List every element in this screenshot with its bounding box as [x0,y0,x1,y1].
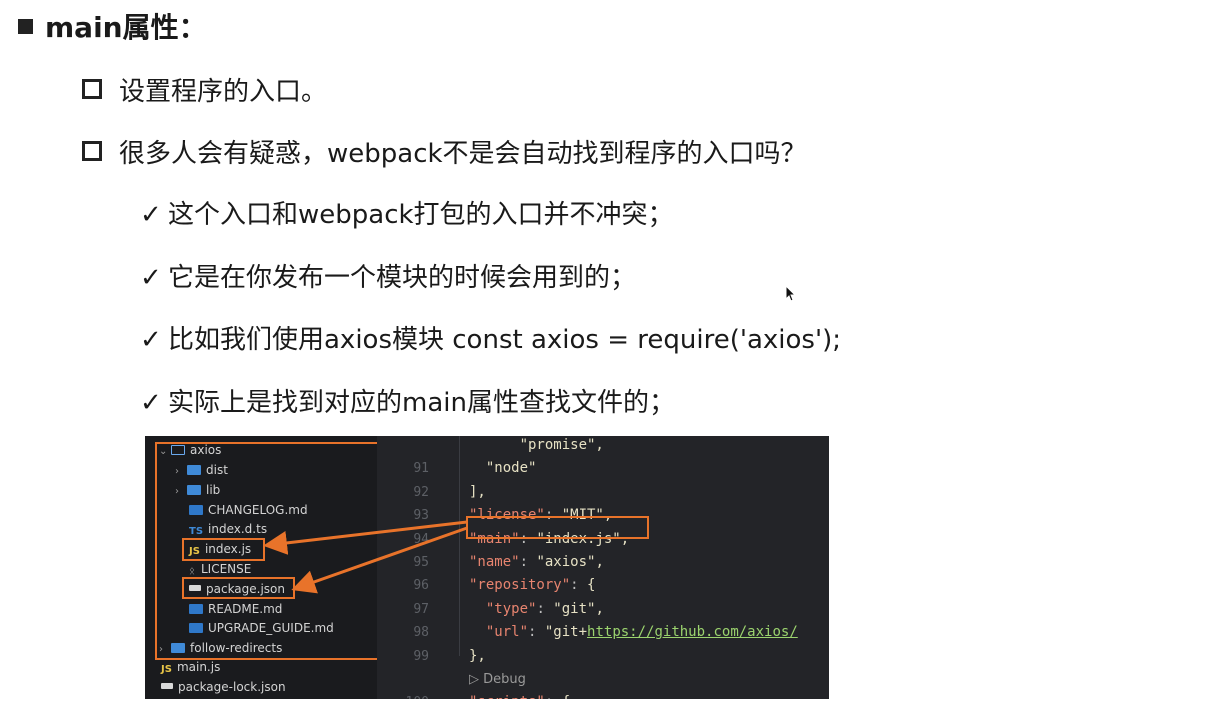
code-text: "promise", [519,437,604,453]
bullet-text: 很多人会有疑惑，webpack不是会自动找到程序的入口吗？ [119,139,807,169]
code-editor: "promise", 91 "node" 92], 93 "license": "MIT… [377,436,829,699]
sub-bullet-item: ✓ 比如我们使用axios模块 const axios = require('ax… [140,322,841,358]
json-value: "git", [553,600,604,617]
bullet-item: 很多人会有疑惑，webpack不是会自动找到程序的入口吗？ [82,136,807,172]
line-number: 97 [413,601,429,617]
line-number: 100 [377,691,429,699]
debug-codelens: ▷ Debug [469,672,526,687]
code-line: 92], [377,481,486,504]
json-value: { [562,694,570,699]
mouse-cursor-icon [785,285,797,302]
code-line: 98 "url": "git+https://github.com/axios/ [377,621,798,644]
code-line: 95 "name": "axios", [377,551,604,574]
line-number: 96 [413,578,429,594]
tree-file-main-js[interactable]: JS main.js [161,657,220,677]
code-line: 91 "node" [377,457,536,480]
file-explorer: ⌄ axios › dist › lib CHANGELOG.md TS index.d.ts… [145,436,379,699]
json-key: "url" [485,624,529,641]
hollow-square-bullet-icon [82,141,102,161]
tree-file-package-lock-json[interactable]: package-lock.json [161,677,286,697]
sub-bullet-text: 它是在你发布一个模块的时候会用到的； [168,263,637,293]
code-line: 96 "repository": { [377,574,595,597]
editor-screenshot: ⌄ axios › dist › lib CHANGELOG.md TS index.d.ts… [145,436,829,699]
code-text: ], [469,483,486,500]
highlight-box-index-js [182,538,265,561]
sub-bullet-item: ✓ 这个入口和webpack打包的入口并不冲突； [140,197,674,233]
npm-icon [161,683,173,689]
bullet-text: 设置程序的入口。 [119,77,328,107]
line-number: 99 [413,648,429,664]
sub-bullet-item: ✓ 它是在你发布一个模块的时候会用到的； [140,260,636,296]
section-heading: main属性： [18,10,207,46]
highlight-box-main-field [466,516,649,539]
line-number: 98 [413,625,429,641]
code-line: "promise", [377,436,604,457]
json-key: "repository" [469,577,571,594]
square-bullet-icon [18,19,33,34]
sub-bullet-item: ✓ 实际上是找到对应的main属性查找文件的； [140,385,675,421]
json-value: { [587,577,596,594]
tree-label: package-lock.json [178,680,286,694]
code-line: 100"scripts": { [377,691,571,699]
checkmark-icon: ✓ [140,325,162,355]
highlight-box-package-json [182,577,295,599]
code-text: }, [469,647,486,664]
checkmark-icon: ✓ [140,200,162,230]
sub-bullet-text: 比如我们使用axios模块 const axios = require('axi… [168,325,842,355]
json-value: "axios", [536,554,604,570]
json-key: "scripts" [469,694,545,699]
code-line: 99}, [377,645,486,668]
line-number: 91 [413,461,429,477]
sub-bullet-text: 这个入口和webpack打包的入口并不冲突； [168,200,674,230]
json-url-link: https://github.com/axios/ [587,624,798,641]
line-number: 92 [413,484,429,500]
tree-label: main.js [176,660,221,674]
json-key: "type" [485,600,537,617]
bullet-item: 设置程序的入口。 [82,74,327,110]
checkmark-icon: ✓ [140,388,162,418]
code-text: "node" [485,460,537,477]
hollow-square-bullet-icon [82,79,102,99]
checkmark-icon: ✓ [140,263,162,293]
line-number: 94 [413,531,429,547]
heading-text: main属性： [45,11,207,44]
json-value: "git+ [544,624,588,641]
line-number: 95 [413,555,429,570]
code-line: 97 "type": "git", [377,598,604,621]
line-number: 93 [413,508,429,524]
sub-bullet-text: 实际上是找到对应的main属性查找文件的； [168,388,675,418]
json-key: "name" [469,554,520,570]
code-line: ▷ Debug [377,668,526,691]
